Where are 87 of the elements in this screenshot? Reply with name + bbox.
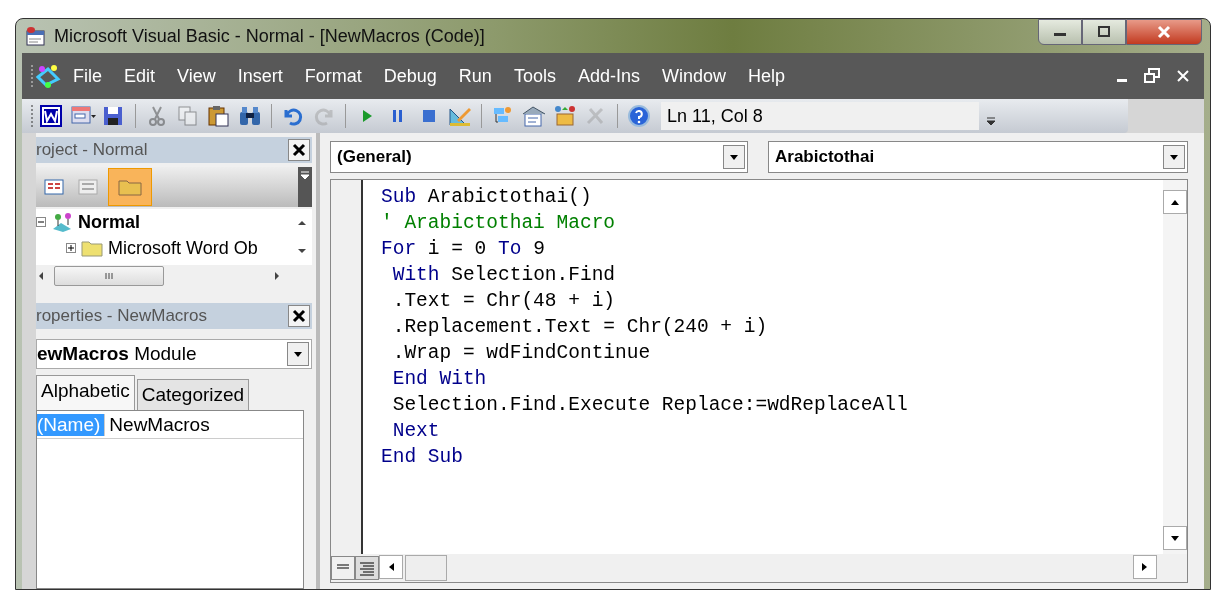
menu-item[interactable]: Run: [447, 61, 503, 91]
code-line: For i = 0 To 9: [381, 238, 546, 262]
folder-icon: [117, 177, 143, 197]
dropdown-value: (General): [337, 147, 412, 167]
property-value[interactable]: NewMacros: [104, 413, 303, 436]
module-view-icon[interactable]: [355, 556, 379, 580]
binoculars-icon[interactable]: [237, 104, 263, 128]
paste-icon[interactable]: [206, 104, 232, 128]
dropdown-button[interactable]: [1163, 145, 1185, 169]
help-icon[interactable]: [626, 104, 652, 128]
panel-title: roperties - NewMacros: [36, 306, 207, 326]
left-arrow-icon: [387, 561, 395, 573]
code-line: .Replacement.Text = Chr(240 + i): [391, 316, 769, 340]
close-button[interactable]: [288, 305, 310, 327]
scrollbar-thumb[interactable]: [405, 555, 447, 581]
grip-icon: [30, 104, 34, 128]
word-icon[interactable]: [39, 104, 65, 128]
scroll-right-button[interactable]: [1133, 555, 1157, 579]
tree-item[interactable]: Microsoft Word Ob: [108, 237, 258, 259]
horizontal-scrollbar[interactable]: [379, 555, 1157, 581]
code-line: With Selection.Find: [391, 264, 617, 288]
position-field: Ln 11, Col 8: [661, 102, 979, 130]
menu-item[interactable]: Tools: [502, 61, 567, 91]
scrollbar-thumb[interactable]: [54, 266, 164, 286]
dropdown-value: Arabictothai: [775, 147, 875, 167]
procedure-dropdown[interactable]: Arabictothai: [768, 141, 1188, 173]
code-line: Next: [391, 420, 441, 444]
code-line: End With: [391, 368, 488, 392]
expand-icon[interactable]: [66, 243, 76, 253]
close-icon: [292, 143, 306, 157]
grip-lines-icon: [102, 271, 116, 281]
menu-item[interactable]: Format: [293, 61, 373, 91]
form-view-icon: [78, 179, 98, 195]
code-line: End Sub: [381, 446, 464, 470]
menu-item[interactable]: Add-Ins: [566, 61, 651, 91]
right-arrow-icon: [1141, 561, 1149, 573]
menu-item[interactable]: Debug: [372, 61, 448, 91]
collapse-icon[interactable]: [36, 217, 46, 227]
scroll-up-button[interactable]: [1163, 190, 1187, 214]
menu-item[interactable]: View: [166, 61, 227, 91]
close-icon[interactable]: [1176, 69, 1190, 83]
close-icon: [292, 309, 306, 323]
maximize-button[interactable]: [1082, 19, 1126, 45]
tab[interactable]: Alphabetic: [36, 375, 135, 410]
maximize-icon: [1097, 26, 1111, 38]
right-arrow-icon[interactable]: [272, 270, 282, 282]
menu-item[interactable]: Help: [737, 61, 796, 91]
scroll-down-button[interactable]: [1163, 526, 1187, 550]
code-line: .Wrap = wdFindContinue: [391, 342, 652, 366]
down-arrow-icon: [1169, 534, 1181, 542]
menu-item[interactable]: Window: [650, 61, 737, 91]
restore-icon[interactable]: [1144, 68, 1160, 84]
close-button[interactable]: [288, 139, 310, 161]
up-arrow-icon[interactable]: [296, 218, 308, 228]
vba-logo-icon: [34, 63, 62, 89]
code-line: ' Arabictothai Macro: [381, 212, 617, 236]
app-icon: [24, 25, 46, 47]
panel-title: roject - Normal: [36, 140, 148, 160]
code-line: Selection.Find.Execute Replace:=wdReplaceAll: [391, 394, 909, 418]
folder-icon: [80, 238, 104, 258]
vertical-scrollbar[interactable]: [1163, 180, 1187, 554]
caret-icon: [728, 153, 740, 161]
window-title: Microsoft Visual Basic - Normal - [NewMacros (Code)]: [54, 25, 485, 47]
minimize-button[interactable]: [1038, 19, 1082, 45]
code-view-icon: [44, 179, 64, 195]
procedure-view-icon[interactable]: [331, 556, 355, 580]
dropdown-button[interactable]: [287, 342, 309, 366]
caret-icon: [1168, 153, 1180, 161]
tab[interactable]: Categorized: [136, 379, 250, 410]
up-arrow-icon: [1169, 198, 1181, 206]
grip-icon: [30, 64, 34, 88]
code-line: .Text = Chr(48 + i): [391, 290, 617, 314]
menu-item[interactable]: Insert: [226, 61, 294, 91]
menu-item[interactable]: File: [62, 61, 113, 91]
object-dropdown[interactable]: (General): [330, 141, 748, 173]
properties-icon[interactable]: [521, 104, 547, 128]
scroll-left-button[interactable]: [379, 555, 403, 579]
boxes-icon[interactable]: [552, 104, 578, 128]
code-line: Sub Arabictothai(): [381, 186, 593, 210]
menu-item[interactable]: Edit: [113, 61, 167, 91]
tree-item[interactable]: Normal: [78, 211, 140, 233]
down-arrow-icon[interactable]: [296, 246, 308, 256]
toolbar-options-icon[interactable]: [298, 167, 312, 207]
close-icon: [1156, 25, 1172, 39]
dropdown-button[interactable]: [723, 145, 745, 169]
caret-icon: [292, 350, 304, 358]
code-editor[interactable]: [330, 179, 1188, 583]
